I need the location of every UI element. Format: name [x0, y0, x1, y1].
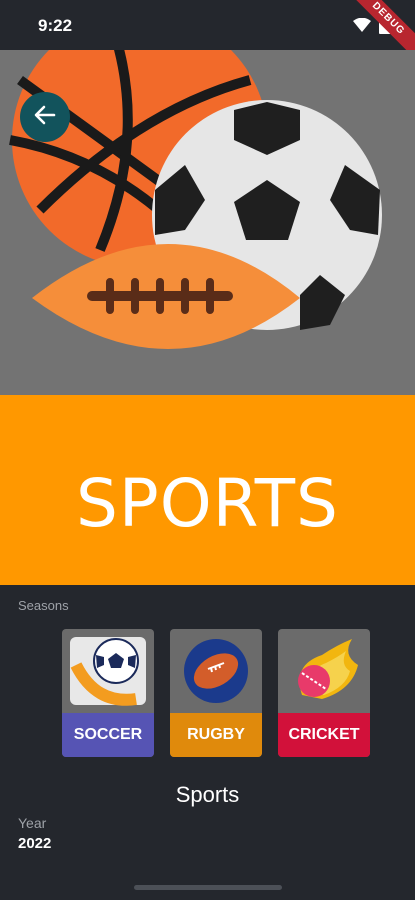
season-card-soccer[interactable]: SOCCER: [62, 629, 154, 757]
card-label: RUGBY: [170, 713, 262, 757]
season-card-rugby[interactable]: RUGBY: [170, 629, 262, 757]
card-label: CRICKET: [278, 713, 370, 757]
card-label: SOCCER: [62, 713, 154, 757]
details-title: Sports: [175, 782, 240, 807]
card-image: [278, 629, 370, 713]
year-label: Year: [18, 815, 47, 831]
back-button[interactable]: [20, 92, 70, 142]
season-card-cricket[interactable]: CRICKET: [278, 629, 370, 757]
seasons-list: SOCCER RUGBY CRICKET: [62, 629, 370, 757]
rugby-ball-icon: [184, 639, 248, 703]
home-indicator[interactable]: [134, 885, 282, 890]
status-time: 9:22: [38, 16, 73, 35]
year-value: 2022: [18, 835, 52, 852]
seasons-label: Seasons: [18, 598, 69, 613]
card-image: [62, 629, 154, 713]
arrow-left-icon: [34, 104, 56, 131]
cricket-ball-icon: [298, 639, 358, 699]
card-image: [170, 629, 262, 713]
soccer-ball-icon: [70, 637, 146, 706]
wifi-icon: [353, 17, 371, 37]
status-bar: 9:22 DEBUG: [0, 0, 415, 65]
title-band: SPORTS: [0, 395, 415, 585]
page-title: SPORTS: [76, 464, 339, 542]
